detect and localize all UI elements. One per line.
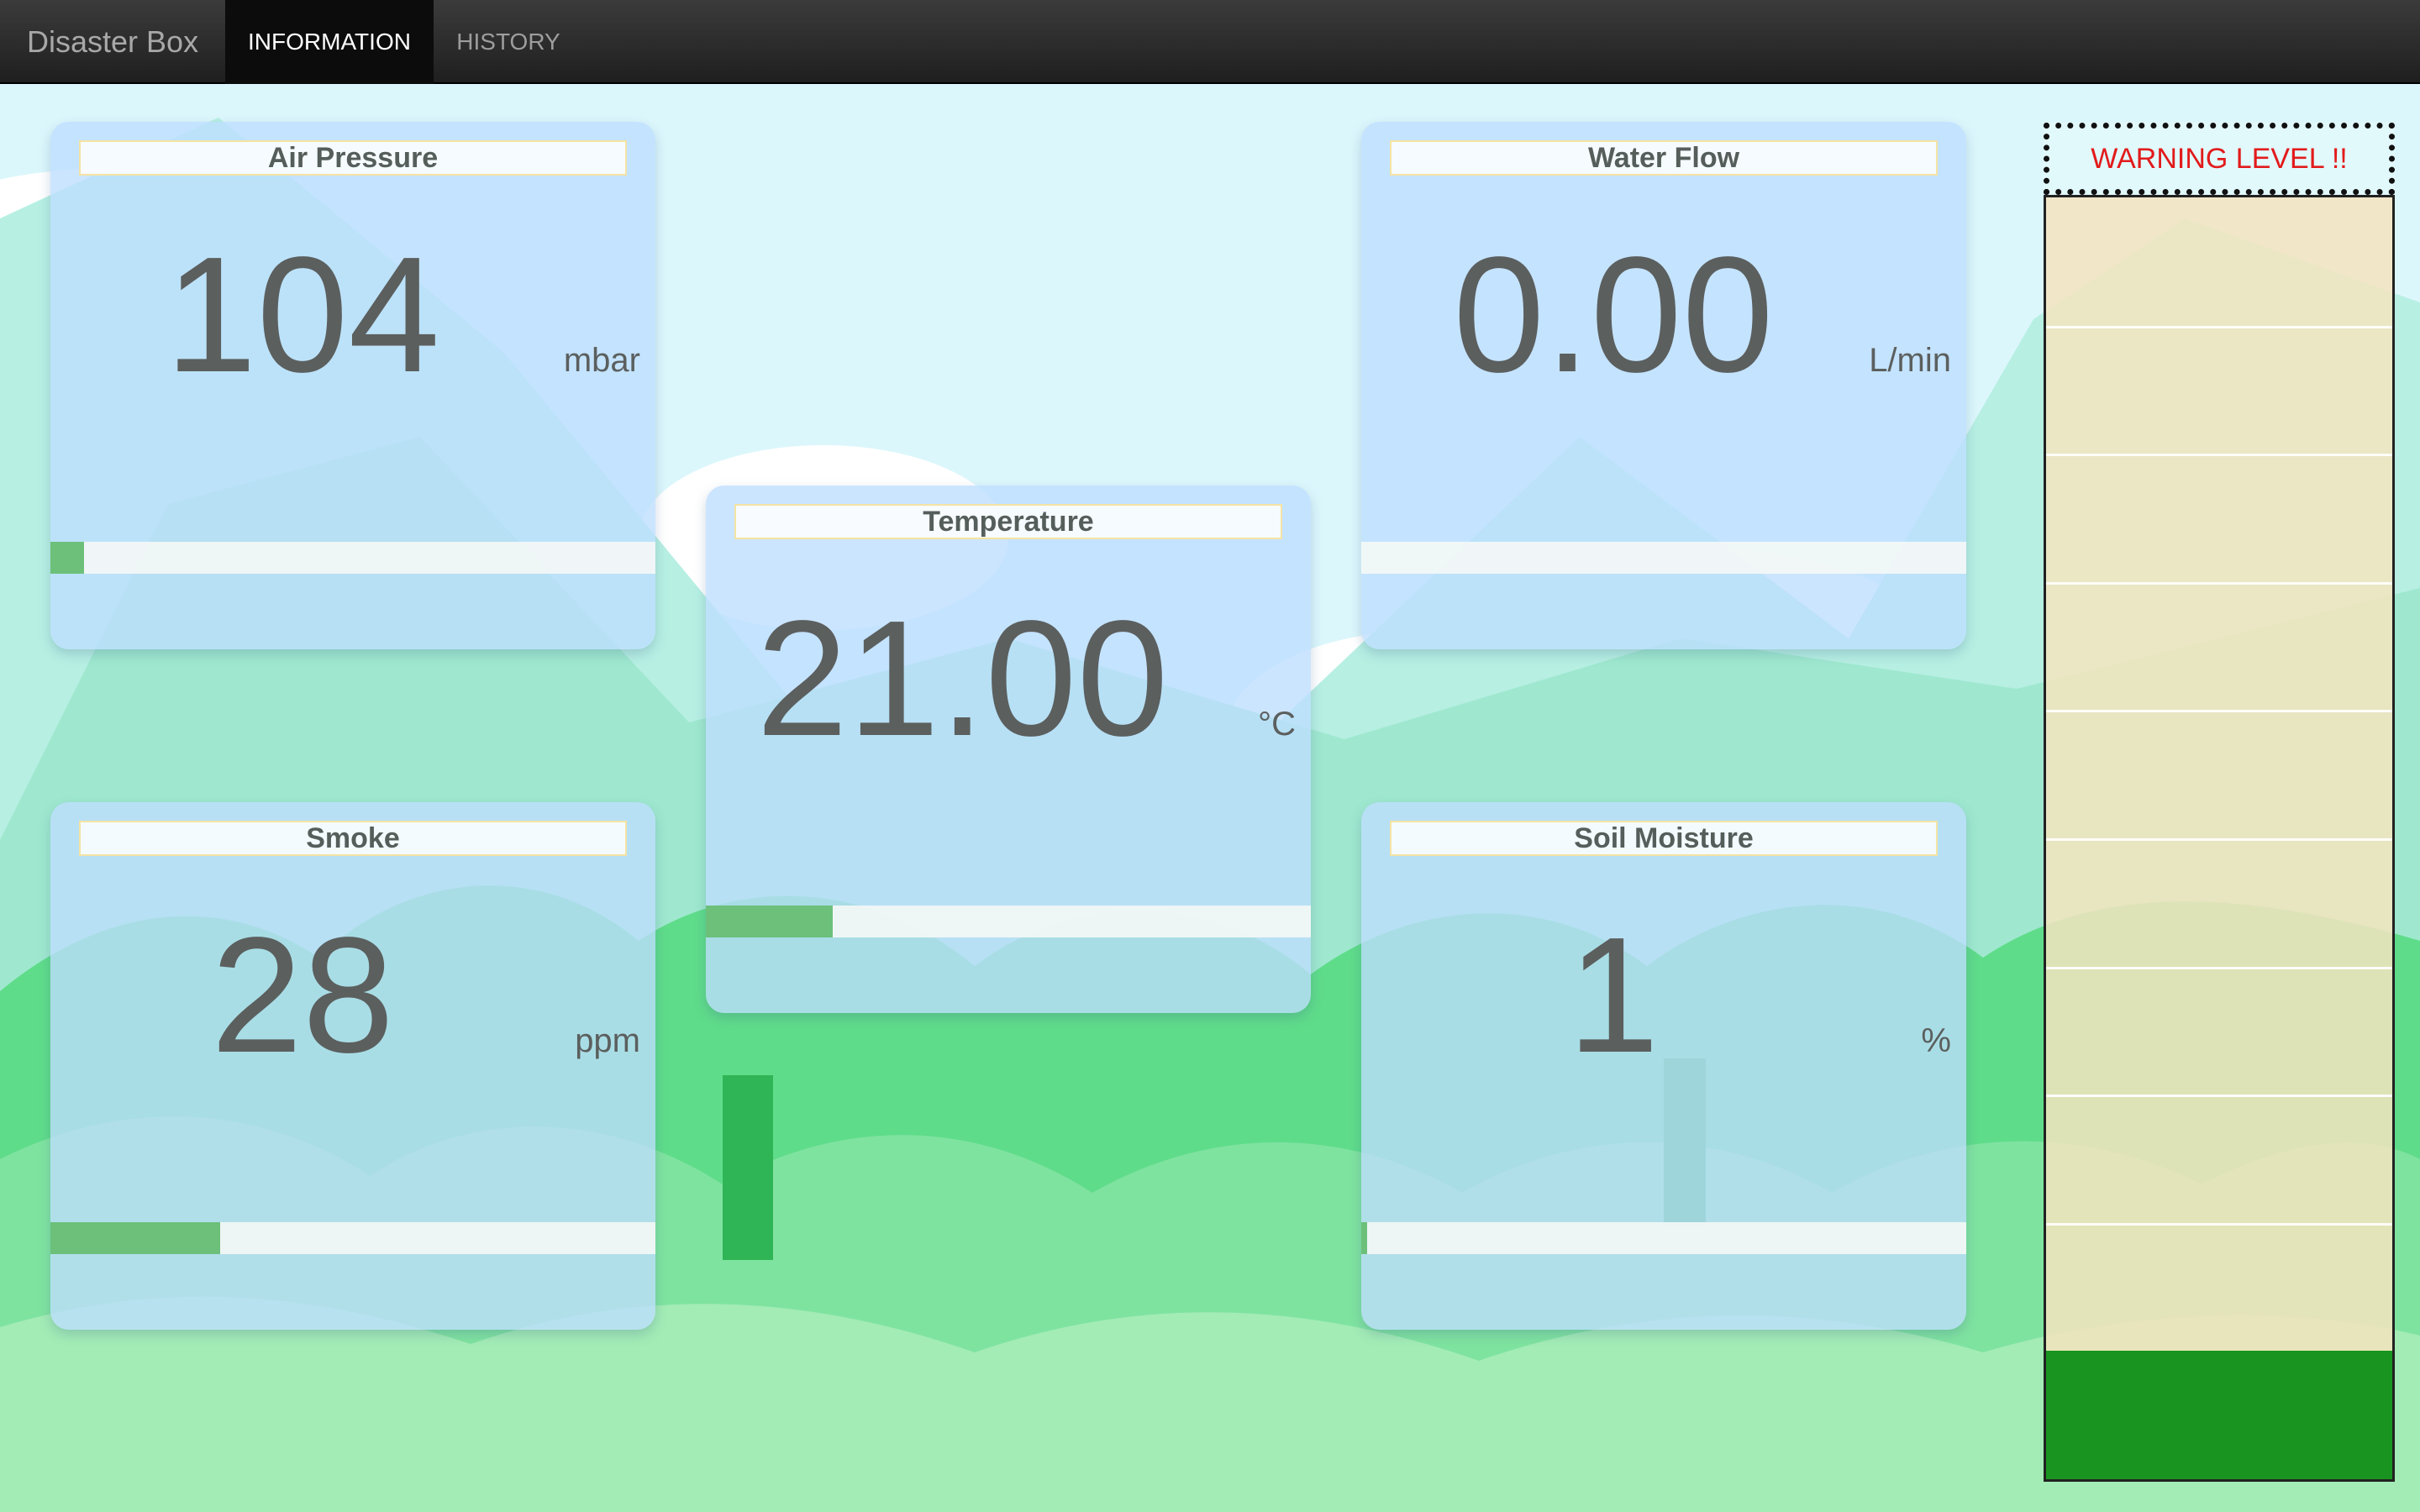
warning-level-divider <box>2046 581 2392 585</box>
card-title: Temperature <box>734 504 1282 539</box>
smoke-progress <box>50 1222 655 1254</box>
progress-fill <box>706 906 834 937</box>
warning-level-divider <box>2046 710 2392 713</box>
warning-level-divider <box>2046 838 2392 841</box>
water-flow-progress <box>1361 542 1966 574</box>
temperature-card: Temperature 21.00 °C <box>706 486 1311 1013</box>
tab-information[interactable]: INFORMATION <box>225 0 434 84</box>
air-pressure-unit: mbar <box>563 342 640 379</box>
warning-level-divider <box>2046 1222 2392 1226</box>
warning-level-fill <box>2046 1351 2392 1479</box>
smoke-unit: ppm <box>575 1022 640 1059</box>
water-flow-unit: L/min <box>1869 342 1951 379</box>
temperature-progress <box>706 906 1311 937</box>
air-pressure-progress <box>50 542 655 574</box>
warning-level-divider <box>2046 325 2392 328</box>
card-title: Water Flow <box>1390 140 1938 176</box>
brand-title[interactable]: Disaster Box <box>27 0 198 84</box>
smoke-value: 28 <box>210 903 394 1087</box>
warning-level-divider <box>2046 1095 2392 1098</box>
tab-history[interactable]: HISTORY <box>434 0 583 84</box>
progress-fill <box>1361 1222 1368 1254</box>
warning-level-title: WARNING LEVEL !! <box>2044 123 2395 195</box>
water-flow-card: Water Flow 0.00 L/min <box>1361 122 1966 649</box>
top-navbar: Disaster Box INFORMATION HISTORY <box>0 0 2420 84</box>
soil-moisture-card: Soil Moisture 1 % <box>1361 802 1966 1330</box>
air-pressure-value: 104 <box>165 223 440 407</box>
warning-level-meter <box>2044 195 2395 1482</box>
card-title: Air Pressure <box>79 140 627 176</box>
progress-fill <box>50 1222 220 1254</box>
smoke-card: Smoke 28 ppm <box>50 802 655 1330</box>
card-title: Soil Moisture <box>1390 821 1938 856</box>
air-pressure-card: Air Pressure 104 mbar <box>50 122 655 649</box>
temperature-unit: °C <box>1258 706 1296 743</box>
card-title: Smoke <box>79 821 627 856</box>
soil-moisture-progress <box>1361 1222 1966 1254</box>
temperature-value: 21.00 <box>756 586 1169 770</box>
water-flow-value: 0.00 <box>1453 223 1774 407</box>
warning-level-divider <box>2046 966 2392 969</box>
soil-moisture-value: 1 <box>1567 903 1660 1087</box>
soil-moisture-unit: % <box>1921 1022 1951 1059</box>
warning-level-divider <box>2046 454 2392 457</box>
progress-fill <box>50 542 84 574</box>
